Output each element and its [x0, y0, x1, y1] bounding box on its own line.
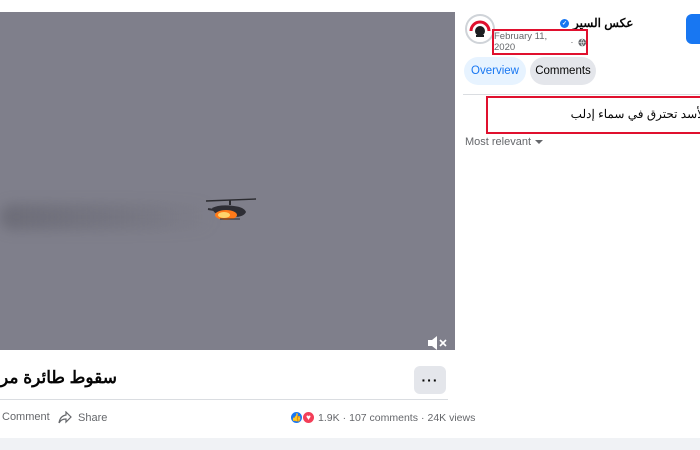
more-options-button[interactable]: ··· [414, 366, 446, 394]
page-logo-icon [468, 17, 492, 41]
divider [0, 399, 448, 400]
tab-comments[interactable]: Comments [530, 57, 596, 85]
stats-separator: · [342, 411, 347, 424]
speaker-muted-icon[interactable] [426, 334, 448, 350]
comment-count[interactable]: 107 comments [349, 412, 418, 424]
caption-highlight: لأسد تحترق في سماء إدلب [486, 96, 700, 134]
share-button[interactable]: Share [58, 411, 107, 424]
page-name-label: عكس السير [573, 16, 634, 30]
post-caption: لأسد تحترق في سماء إدلب [570, 107, 700, 121]
reaction-count[interactable]: 1.9K [318, 412, 340, 424]
view-count: 24K views [427, 411, 476, 424]
helicopter-image [205, 198, 257, 220]
comment-label: Comment [2, 411, 50, 423]
chevron-down-icon [535, 140, 544, 144]
page-name[interactable]: عكس السير ✓ [560, 16, 633, 30]
share-icon [58, 411, 72, 424]
tab-overview[interactable]: Overview [464, 57, 526, 85]
love-reaction-icon[interactable]: ♥ [302, 411, 315, 424]
separator: · [570, 36, 574, 48]
post-date-label: February 11, 2020 [494, 31, 548, 53]
verified-badge-icon: ✓ [560, 18, 569, 28]
post-title: سقوط طائرة مر [0, 368, 118, 387]
page-background-strip [0, 438, 700, 450]
sort-label: Most relevant [465, 136, 532, 148]
divider [463, 94, 700, 95]
share-label: Share [78, 411, 108, 424]
video-player[interactable] [0, 12, 455, 350]
avatar[interactable] [465, 14, 495, 44]
post-date[interactable]: February 11, 2020 · [492, 29, 588, 55]
globe-icon [577, 38, 586, 46]
comment-button[interactable]: Comment [2, 411, 50, 423]
comment-sort-dropdown[interactable]: Most relevant [465, 136, 544, 148]
smoke-trail [0, 204, 215, 230]
post-stats: 👍 ♥ 1.9K · 107 comments · 24K views [290, 411, 475, 424]
follow-button[interactable] [686, 14, 700, 44]
stats-separator: · [420, 411, 425, 424]
